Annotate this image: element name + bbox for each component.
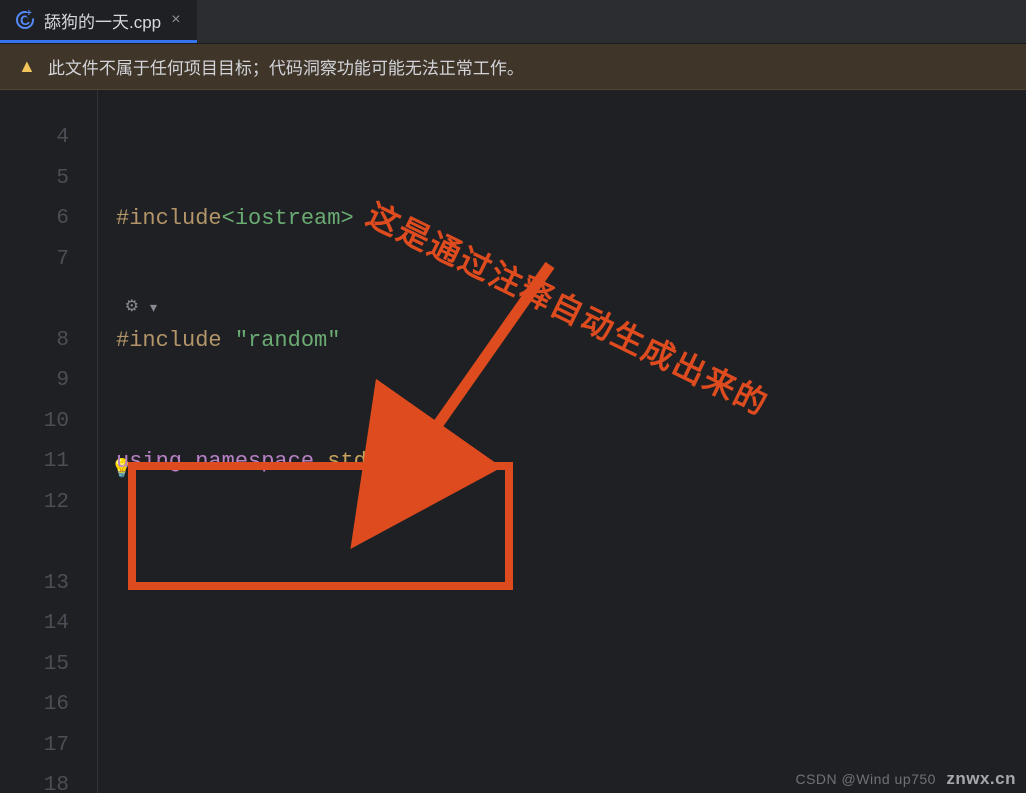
line-number: 7: [0, 240, 97, 281]
code-line: using namespace std;: [116, 442, 1026, 483]
line-number: ⚙ ▾: [0, 280, 97, 321]
line-number: 8: [0, 321, 97, 362]
line-number: 14: [0, 604, 97, 645]
cpp-file-icon: C: [16, 11, 34, 29]
tab-bar: C 舔狗的一天.cpp ×: [0, 0, 1026, 44]
line-number: 13: [0, 564, 97, 605]
code-line: [116, 564, 1026, 605]
tab-active[interactable]: C 舔狗的一天.cpp ×: [0, 0, 197, 43]
warning-message: 此文件不属于任何项目目标；代码洞察功能可能无法正常工作。: [48, 54, 524, 79]
warning-icon: ▲: [18, 56, 36, 77]
line-number: 5: [0, 159, 97, 200]
warning-banner: ▲ 此文件不属于任何项目目标；代码洞察功能可能无法正常工作。: [0, 44, 1026, 90]
code-line: [116, 685, 1026, 726]
line-number: 12: [0, 483, 97, 564]
tab-filename: 舔狗的一天.cpp: [44, 8, 161, 33]
gutter: 4 5 6 7 ⚙ ▾ 8 9 10 11 💡 12 13 14 15 16 1…: [0, 90, 98, 793]
watermark-znwx: znwx.cn: [946, 769, 1016, 788]
watermark-csdn: CSDN @Wind up750: [795, 771, 936, 787]
close-icon[interactable]: ×: [171, 11, 181, 29]
line-number: 6: [0, 199, 97, 240]
line-number: 9: [0, 361, 97, 402]
code-line: #include "random": [116, 321, 1026, 362]
code-editor[interactable]: 4 5 6 7 ⚙ ▾ 8 9 10 11 💡 12 13 14 15 16 1…: [0, 90, 1026, 793]
code-area[interactable]: #include<iostream> #include "random" usi…: [98, 90, 1026, 793]
line-number: 4: [0, 118, 97, 159]
code-line: #include<iostream>: [116, 199, 1026, 240]
line-number: 18: [0, 766, 97, 793]
line-number: 16: [0, 685, 97, 726]
line-number: 10: [0, 402, 97, 443]
watermark: CSDN @Wind up750 znwx.cn: [795, 769, 1016, 789]
line-number: 15: [0, 645, 97, 686]
line-number: 11 💡: [0, 442, 97, 483]
line-number: 17: [0, 726, 97, 767]
